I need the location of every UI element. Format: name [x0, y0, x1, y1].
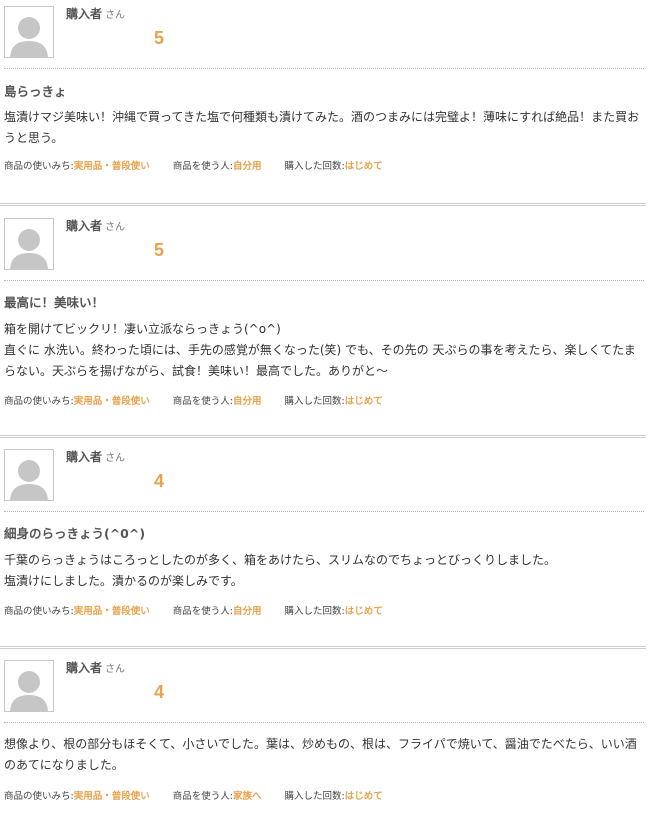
review-title: 島らっきょ [4, 84, 67, 99]
usage-value: 実用品・普段使い [73, 396, 150, 407]
reviewer-name: 購入者 さん [66, 661, 126, 675]
review-meta: 商品の使いみち:実用品・普段使い 商品を使う人:自分用 購入した回数:はじめて [4, 161, 383, 172]
review-item: 購入者 さん 4 細身のらっきょう(^0^) 千葉のらっきょうはころっとしたのが多… [0, 443, 652, 643]
review-body: 箱を開けてビックリ！凄い立派ならっきょう(^o^) 直ぐに 水洗い。終わった頃に… [4, 322, 636, 378]
review-item: 購入者 さん 5 島らっきょ 塩漬けマジ美味い！沖縄で買ってきた塩で何種類も漬けて… [0, 0, 652, 200]
review-meta: 商品の使いみち:実用品・普段使い 商品を使う人:自分用 購入した回数:はじめて [4, 606, 383, 617]
user-value: 自分用 [232, 161, 262, 172]
reviewer-name: 購入者 さん [66, 219, 126, 233]
user-value: 自分用 [232, 396, 262, 407]
review-meta: 商品の使いみち:実用品・普段使い 商品を使う人:自分用 購入した回数:はじめて [4, 396, 383, 407]
usage-value: 実用品・普段使い [73, 606, 150, 617]
reviewer-name: 購入者 さん [66, 7, 126, 21]
avatar-icon [4, 660, 54, 712]
review-separator [0, 646, 646, 649]
review-rating: 5 [154, 28, 165, 48]
review-rating: 4 [154, 682, 165, 702]
review-title: 細身のらっきょう(^0^) [4, 526, 146, 541]
count-value: はじめて [344, 606, 383, 617]
avatar-icon [4, 218, 54, 270]
review-item: 購入者 さん 5 最高に！美味い！ 箱を開けてビックリ！凄い立派ならっきょう(^o… [0, 212, 652, 432]
review-body: 塩漬けマジ美味い！沖縄で買ってきた塩で何種類も漬けてみた。酒のつまみには完璧よ！… [4, 110, 640, 145]
count-value: はじめて [344, 161, 383, 172]
review-rating: 4 [154, 471, 165, 491]
review-item: 購入者 さん 4 想像より、根の部分もほそくて、小さいでした。葉は、炒めもの、根は… [0, 654, 652, 830]
divider [4, 722, 644, 723]
divider [4, 68, 644, 69]
count-value: はじめて [344, 396, 383, 407]
review-rating: 5 [154, 240, 165, 260]
review-body: 千葉のらっきょうはころっとしたのが多く、箱をあけたら、スリムなのでちょっとびっく… [4, 553, 557, 588]
reviewer-name: 購入者 さん [66, 450, 126, 464]
avatar-icon [4, 6, 54, 58]
review-separator [0, 435, 646, 438]
review-body: 想像より、根の部分もほそくて、小さいでした。葉は、炒めもの、根は、フライパで焼い… [4, 737, 637, 772]
count-value: はじめて [344, 791, 383, 802]
user-value: 家族へ [232, 791, 262, 802]
usage-value: 実用品・普段使い [73, 161, 150, 172]
review-title: 最高に！美味い！ [4, 295, 105, 310]
review-meta: 商品の使いみち:実用品・普段使い 商品を使う人:家族へ 購入した回数:はじめて [4, 791, 383, 802]
avatar-icon [4, 449, 54, 501]
usage-value: 実用品・普段使い [73, 791, 150, 802]
review-separator [0, 203, 646, 206]
user-value: 自分用 [232, 606, 262, 617]
divider [4, 511, 644, 512]
divider [4, 280, 644, 281]
